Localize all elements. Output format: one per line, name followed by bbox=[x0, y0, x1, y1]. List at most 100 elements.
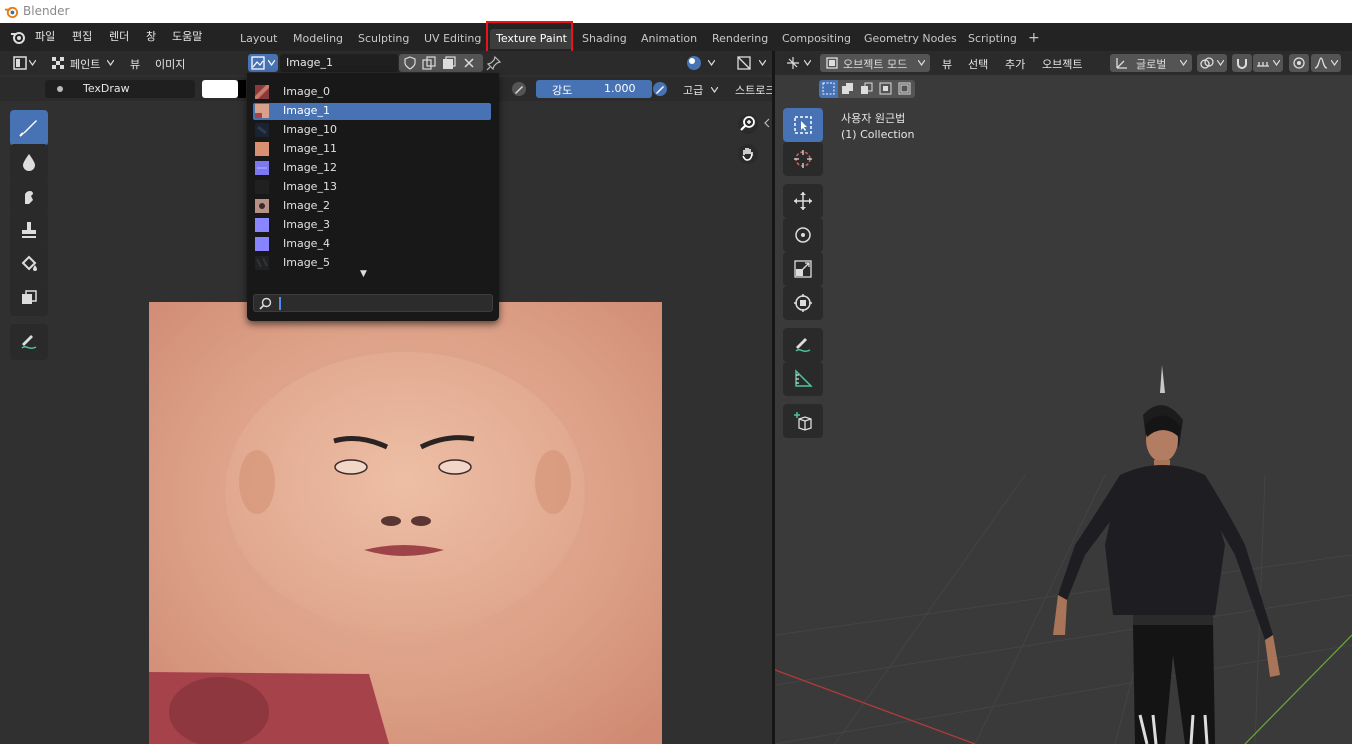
tool-mask[interactable] bbox=[10, 280, 48, 316]
tool-clone[interactable] bbox=[10, 212, 48, 248]
dropdown-item-image-2[interactable]: Image_2 bbox=[253, 198, 491, 215]
viewport-add-menu[interactable]: 추가 bbox=[1005, 56, 1025, 72]
fake-user-shield-icon[interactable] bbox=[403, 56, 417, 70]
sphere-channels-icon bbox=[687, 56, 701, 70]
viewport-object-menu[interactable]: 오브젝트 bbox=[1042, 56, 1082, 72]
viewport-view-menu[interactable]: 뷰 bbox=[942, 56, 952, 72]
new-image-icon[interactable] bbox=[442, 56, 456, 70]
image-name-field[interactable]: Image_1 bbox=[280, 54, 398, 72]
viewport-scene bbox=[775, 365, 1352, 744]
dropdown-item-image-13[interactable]: Image_13 bbox=[253, 179, 491, 196]
proportional-falloff-dropdown[interactable] bbox=[1311, 54, 1341, 72]
select-new-button[interactable] bbox=[819, 80, 838, 98]
duplicate-icon[interactable] bbox=[422, 56, 436, 70]
paint-mode-dropdown[interactable]: 페인트 bbox=[70, 56, 100, 72]
stroke-dropdown[interactable]: 스트로크 bbox=[727, 80, 772, 98]
chevron-down-icon bbox=[708, 60, 715, 66]
chevron-down-icon bbox=[759, 60, 766, 66]
snap-toggle[interactable] bbox=[1232, 54, 1252, 72]
tool-measure[interactable] bbox=[783, 362, 823, 396]
image-menu[interactable]: 이미지 bbox=[155, 56, 185, 72]
viewport-collection-label: (1) Collection bbox=[841, 128, 915, 141]
tool-fill[interactable] bbox=[10, 246, 48, 282]
dropdown-item-image-0[interactable]: Image_0 bbox=[253, 84, 491, 101]
dropdown-item-image-4[interactable]: Image_4 bbox=[253, 236, 491, 253]
tab-geometry-nodes[interactable]: Geometry Nodes bbox=[858, 29, 963, 49]
advanced-dropdown[interactable]: 고급 bbox=[683, 82, 703, 98]
dropdown-search-input[interactable] bbox=[253, 294, 493, 312]
sidebar-toggle-icon[interactable] bbox=[764, 118, 770, 128]
brush-icon-button[interactable] bbox=[45, 80, 75, 98]
overlay-button[interactable] bbox=[734, 54, 770, 72]
3d-viewport-area[interactable]: 오브젝트 모드 뷰 선택 추가 오브젝트 글로벌 사용자 원근법 (1) Col… bbox=[775, 51, 1352, 744]
tab-rendering[interactable]: Rendering bbox=[706, 29, 774, 49]
menu-render[interactable]: 렌더 bbox=[109, 28, 129, 44]
proportional-edit-toggle[interactable] bbox=[1289, 54, 1309, 72]
texture-canvas[interactable] bbox=[149, 302, 662, 744]
dropdown-item-image-12[interactable]: Image_12 bbox=[253, 160, 491, 177]
pan-hand-icon[interactable] bbox=[737, 143, 759, 165]
tab-shading[interactable]: Shading bbox=[576, 29, 633, 49]
select-invert-icon[interactable] bbox=[879, 82, 892, 95]
pressure-pen-icon[interactable] bbox=[511, 81, 527, 97]
select-extend-icon[interactable] bbox=[841, 82, 854, 95]
viewport-canvas[interactable] bbox=[775, 75, 1352, 744]
tool-transform[interactable] bbox=[783, 286, 823, 320]
dropdown-scroll-down[interactable]: ▼ bbox=[360, 269, 367, 279]
dropdown-item-image-11[interactable]: Image_11 bbox=[253, 141, 491, 158]
select-subtract-icon[interactable] bbox=[860, 82, 873, 95]
image-view-menu[interactable]: 뷰 bbox=[130, 56, 140, 72]
secondary-color-swatch[interactable] bbox=[238, 80, 246, 98]
tab-layout[interactable]: Layout bbox=[234, 29, 283, 49]
chevron-down-icon bbox=[711, 87, 718, 93]
tool-rotate[interactable] bbox=[783, 218, 823, 252]
viewport-select-menu[interactable]: 선택 bbox=[968, 56, 988, 72]
object-mode-dropdown[interactable]: 오브젝트 모드 bbox=[820, 54, 930, 72]
tab-scripting[interactable]: Scripting bbox=[962, 29, 1023, 49]
mask-icon bbox=[22, 290, 37, 304]
pivot-point-dropdown[interactable] bbox=[1197, 54, 1227, 72]
tool-move[interactable] bbox=[783, 184, 823, 218]
dropdown-item-image-3[interactable]: Image_3 bbox=[253, 217, 491, 234]
dropdown-item-image-1[interactable]: Image_1 bbox=[253, 103, 491, 120]
select-new-icon bbox=[822, 82, 835, 95]
tab-uv-editing[interactable]: UV Editing bbox=[418, 29, 487, 49]
close-icon[interactable] bbox=[463, 57, 475, 69]
tab-modeling[interactable]: Modeling bbox=[287, 29, 349, 49]
strength-slider[interactable]: 강도 1.000 bbox=[536, 80, 652, 98]
menu-file[interactable]: 파일 bbox=[35, 28, 55, 44]
menu-help[interactable]: 도움말 bbox=[172, 28, 202, 44]
tool-smear[interactable] bbox=[10, 178, 48, 214]
strength-pressure-icon[interactable] bbox=[652, 81, 668, 97]
blender-menu-icon[interactable] bbox=[10, 29, 26, 45]
editor-type-button[interactable] bbox=[10, 54, 38, 72]
select-intersect-icon[interactable] bbox=[898, 82, 911, 95]
tab-sculpting[interactable]: Sculpting bbox=[352, 29, 415, 49]
tab-compositing[interactable]: Compositing bbox=[776, 29, 857, 49]
image-browse-button[interactable] bbox=[248, 54, 278, 72]
menu-edit[interactable]: 편집 bbox=[72, 28, 92, 44]
brush-color-swatch[interactable] bbox=[202, 80, 238, 98]
pin-icon[interactable] bbox=[486, 55, 502, 71]
tool-draw[interactable] bbox=[10, 110, 48, 146]
tool-annotate[interactable] bbox=[10, 324, 48, 360]
add-workspace-button[interactable]: + bbox=[1022, 27, 1046, 47]
zoom-icon[interactable] bbox=[737, 113, 759, 135]
dropdown-item-image-5[interactable]: Image_5 bbox=[253, 255, 491, 272]
tool-cursor[interactable] bbox=[783, 142, 823, 176]
brush-name-field[interactable]: TexDraw bbox=[75, 80, 195, 98]
viewport-editor-type-button[interactable] bbox=[783, 54, 813, 72]
transform-orientation-dropdown[interactable]: 글로벌 bbox=[1110, 54, 1192, 72]
menu-window[interactable]: 창 bbox=[146, 28, 156, 44]
viewport-header: 오브젝트 모드 뷰 선택 추가 오브젝트 글로벌 bbox=[775, 51, 1352, 75]
tab-animation[interactable]: Animation bbox=[635, 29, 703, 49]
tool-scale[interactable] bbox=[783, 252, 823, 286]
tool-soften[interactable] bbox=[10, 144, 48, 180]
tool-annotate-3d[interactable] bbox=[783, 328, 823, 362]
dropdown-item-image-10[interactable]: Image_10 bbox=[253, 122, 491, 139]
tool-add-cube[interactable] bbox=[783, 404, 823, 438]
display-channels-button[interactable] bbox=[683, 54, 719, 72]
snap-element-dropdown[interactable] bbox=[1253, 54, 1283, 72]
image-icon bbox=[251, 56, 265, 70]
tool-select-box[interactable] bbox=[783, 108, 823, 142]
